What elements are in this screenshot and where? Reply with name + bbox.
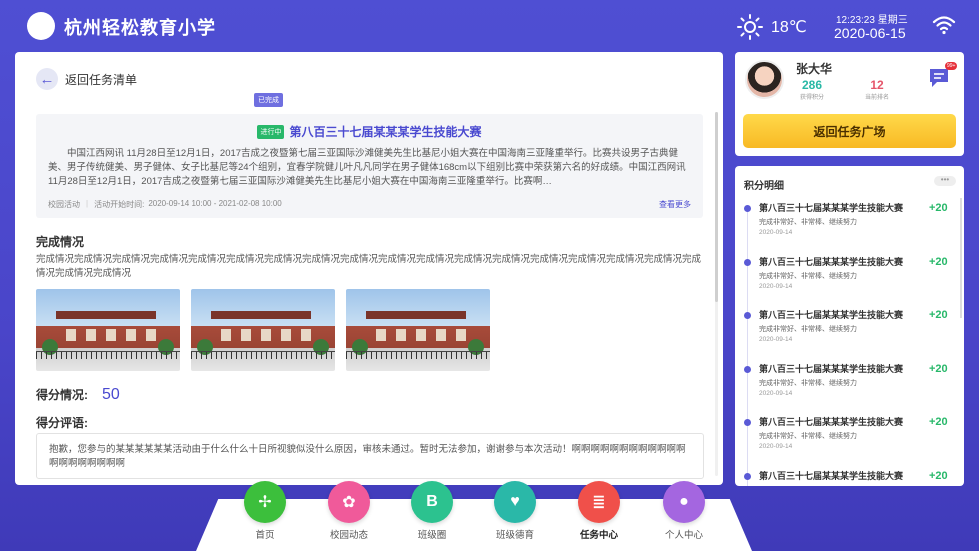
school-logo [27,12,55,40]
comment-title: 得分评语: [36,416,88,430]
task-info-card: 进行中 第八百三十七届某某某学生技能大赛 中国江西网讯 11月28日至12月1日… [36,114,703,218]
completed-badge: 已完成 [254,93,283,107]
rank-label: 当前排名 [864,95,889,101]
points-item-comment: 完成非常好、非常棒、继续努力 [759,326,857,333]
flower-icon: ✿ [328,481,370,523]
person-icon: ● [663,481,705,523]
clock-time: 12:23:23 星期三 [836,15,908,26]
return-task-square-button[interactable]: 返回任务广场 [743,114,956,148]
nav-item-3[interactable]: B 班级圈 [402,481,462,541]
points-item-date: 2020-09-14 [759,443,793,450]
scrollbar-thumb[interactable] [715,112,718,302]
points-list-item: 第八百三十七届某某某学生技能大赛完成非常好、非常棒、继续努力 2020-09-14… [735,200,964,254]
in-progress-badge: 进行中 [257,124,285,139]
task-scroll-icon: ≣ [578,481,620,523]
task-description: 中国江西网讯 11月28日至12月1日，2017吉成之夜暨第七届三亚国际沙滩健美… [48,148,686,187]
points-list-item: 第八百三十七届某某某学生技能大赛完成非常好、非常棒、继续努力 2020-09-14… [735,414,964,468]
points-item-title: 第八百三十七届某某某学生技能大赛 [759,363,904,374]
points-item-score: +20 [929,309,948,321]
points-item-title: 第八百三十七届某某某学生技能大赛 [759,417,904,427]
letter-b-icon: B [411,481,453,523]
points-item-comment: 完成非常好、非常棒、继续努力 [759,272,857,280]
nav-item-5[interactable]: ≣ 任务中心 [569,481,629,541]
points-detail-panel: 积分明细 ••• 第八百三十七届某某某学生技能大赛 完成非常好、非常棒、继续努力 2… [735,166,964,486]
nav-item-label: 个人中心 [664,530,703,541]
points-item-score: +20 [929,362,948,375]
completion-title: 完成情况 [36,235,85,249]
points-item-date: 2020-09-14 [759,282,793,290]
nav-item-label: 任务中心 [579,530,618,541]
task-time-label: 活动开始时间: [94,200,145,209]
current-date: 2020-06-15 [834,25,906,41]
task-time-range: 2020-09-14 10:00 - 2021-02-08 10:00 [148,199,282,208]
wifi-icon [932,16,956,35]
sunny-weather-icon [737,14,763,40]
points-label: 获得积分 [799,95,824,101]
points-item-date: 2020-09-14 [759,389,793,397]
message-count-badge: 99+ [945,62,958,70]
temperature: 18℃ [771,19,807,36]
view-more-link[interactable]: 查看更多 [659,199,691,210]
score-label: 得分情况: [36,388,88,402]
task-category: 校园活动 [48,200,80,209]
points-list-item: 第八百三十七届某某某学生技能大赛完成非常好、非常棒、继续努力2020-09-14… [735,468,964,487]
points-value: 286 [801,78,823,92]
points-item-title: 第八百三十七届某某某学生技能大赛 [759,256,904,267]
task-title: 第八百三十七届某某某学生技能大赛 [289,125,482,139]
timeline-dot [744,365,751,373]
pinwheel-icon: ✢ [244,481,286,523]
heart-book-icon: ♥ [494,481,536,523]
timeline-dot [744,472,751,480]
more-options-icon[interactable]: ••• [934,176,956,186]
points-item-title: 第八百三十七届某某某学生技能大赛 [759,310,904,320]
back-label: 返回任务清单 [65,72,138,87]
nav-item-label: 校园动态 [329,530,368,541]
rank-value: 12 [870,78,884,92]
profile-card: 张大华 286 获得积分 12 当前排名 99+ 返回任务广场 [735,52,964,156]
points-item-comment: 完成非常好、非常棒、继续努力 [759,485,857,487]
avatar[interactable] [745,60,784,99]
nav-item-2[interactable]: ✿ 校园动态 [319,481,379,541]
timeline-dot [744,205,751,212]
completion-photo[interactable] [346,289,490,371]
student-name: 张大华 [796,62,833,76]
points-item-score: +20 [929,202,948,214]
points-item-score: +20 [929,469,948,482]
points-item-score: +20 [929,255,948,268]
points-list-item: 第八百三十七届某某某学生技能大赛完成非常好、非常棒、继续努力 2020-09-14… [735,307,964,361]
completion-photo[interactable] [36,289,180,371]
school-name: 杭州轻松教育小学 [64,18,216,38]
points-item-comment: 完成非常好、非常棒、继续努力 [759,433,857,440]
timeline-dot [744,419,751,426]
points-detail-title: 积分明细 [744,181,784,192]
points-list-item: 第八百三十七届某某某学生技能大赛完成非常好、非常棒、继续努力 2020-09-14… [735,361,964,415]
points-item-title: 第八百三十七届某某某学生技能大赛 [759,470,904,481]
nav-item-label: 首页 [255,530,275,541]
top-header: 杭州轻松教育小学 18℃ 12:23:23 星期三 2020-06-15 [0,0,979,52]
back-to-task-list-button[interactable]: ← 返回任务清单 [36,68,137,90]
points-item-date: 2020-09-14 [759,229,793,236]
nav-item-4[interactable]: ♥ 班级德育 [485,481,545,541]
nav-item-label: 班级圈 [417,530,447,541]
score-comment: 抱歉，您参与的某某某某某某活动由于什么什么十日所视貌似没什么原因，审核未通过。暂… [36,433,704,479]
points-list-item: 第八百三十七届某某某学生技能大赛完成非常好、非常棒、继续努力 2020-09-14… [735,254,964,308]
points-item-title: 第八百三十七届某某某学生技能大赛 [759,203,904,213]
nav-item-6[interactable]: ● 个人中心 [654,481,714,541]
points-item-comment: 完成非常好、非常棒、继续努力 [759,219,857,226]
points-item-score: +20 [929,416,948,428]
completion-text: 完成情况完成情况完成情况完成情况完成情况完成情况完成情况完成情况完成情况完成情况… [36,254,702,279]
nav-item-1[interactable]: ✢ 首页 [235,481,295,541]
score-value: 50 [102,386,120,403]
arrow-left-icon: ← [36,68,58,90]
nav-item-label: 班级德育 [495,530,534,541]
points-item-date: 2020-09-14 [759,336,793,343]
completion-photo[interactable] [191,289,335,371]
task-detail-panel: ← 返回任务清单 已完成 进行中 第八百三十七届某某某学生技能大赛 中国江西网讯… [15,52,723,485]
points-item-comment: 完成非常好、非常棒、继续努力 [759,379,857,387]
timeline-dot [744,312,751,319]
timeline-dot [744,258,751,266]
